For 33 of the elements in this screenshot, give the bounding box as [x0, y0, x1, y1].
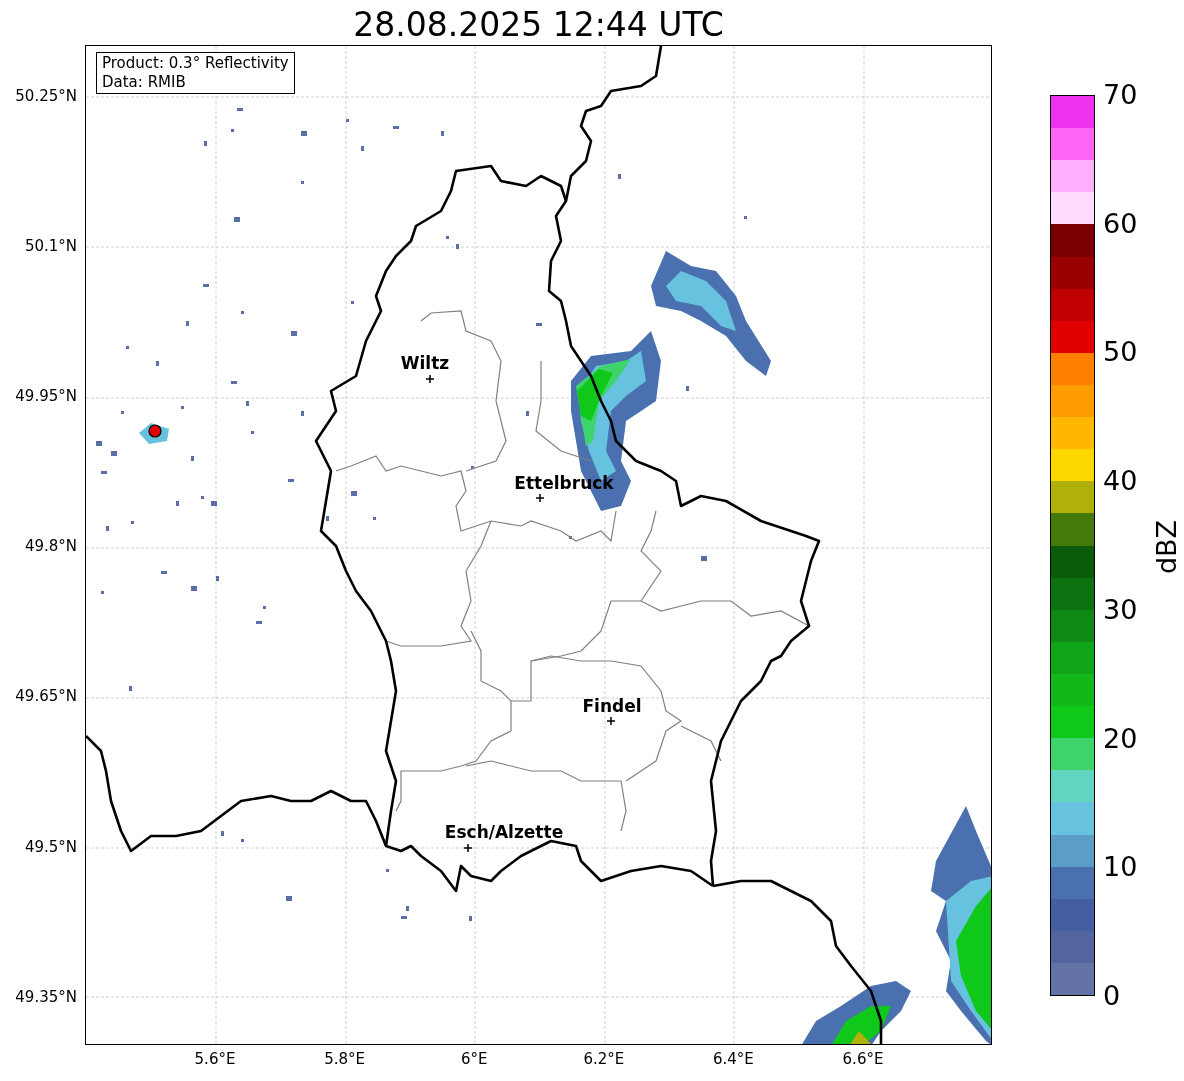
longitude-label: 5.8°E: [324, 1050, 365, 1068]
latitude-label: 49.5°N: [24, 837, 77, 856]
colorbar-tick-label: 50: [1103, 337, 1138, 368]
latitude-label: 49.8°N: [24, 537, 77, 556]
latitude-label: 49.65°N: [15, 687, 77, 706]
colorbar-tick-label: 10: [1103, 852, 1138, 883]
radar-site-marker-icon: [148, 424, 162, 438]
longitude-label: 5.6°E: [194, 1050, 236, 1068]
colorbar-tick-label: 40: [1103, 466, 1138, 497]
place-label: Esch/Alzette: [444, 822, 564, 842]
latitude-label: 49.35°N: [15, 987, 77, 1006]
colorbar-tick-label: 30: [1103, 594, 1138, 625]
longitude-label: 6.6°E: [842, 1050, 884, 1068]
colorbar-tick-label: 60: [1103, 208, 1138, 239]
latitude-label: 49.95°N: [15, 387, 77, 406]
info-text: Product: 0.3° Reflectivity: [102, 54, 289, 73]
colorbar-tick-label: 70: [1103, 80, 1138, 110]
location-cross-icon: [607, 717, 615, 725]
colorbar-tick-label: 0: [1103, 980, 1121, 1011]
longitude-label: 6.2°E: [583, 1050, 625, 1068]
place-label: Wiltz: [400, 353, 450, 373]
chart-title: 28.08.2025 12:44 UTC: [353, 5, 724, 45]
colorbar-axis-label: dBZ: [1152, 519, 1183, 575]
info-text: Data: RMIB: [102, 73, 187, 92]
longitude-label: 6°E: [460, 1050, 488, 1068]
location-cross-icon: [426, 375, 434, 383]
latitude-label: 50.1°N: [24, 237, 77, 256]
place-label: Findel: [582, 696, 642, 716]
location-cross-icon: [536, 494, 544, 502]
location-cross-icon: [464, 844, 472, 852]
longitude-label: 6.4°E: [712, 1050, 754, 1068]
colorbar-tick-label: 20: [1103, 723, 1138, 754]
latitude-label: 50.25°N: [15, 87, 77, 105]
